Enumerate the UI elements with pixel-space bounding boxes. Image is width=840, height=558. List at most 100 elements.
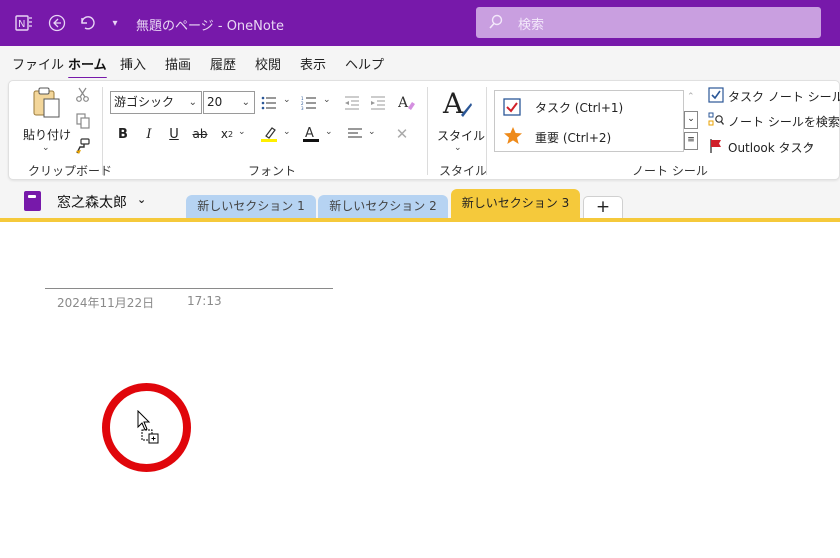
tab-insert[interactable]: 挿入: [120, 54, 146, 73]
section-tab-3[interactable]: 新しいセクション 3: [451, 189, 580, 219]
ribbon-divider: [486, 87, 487, 175]
tab-history[interactable]: 履歴: [210, 54, 236, 73]
format-painter-icon[interactable]: [73, 136, 93, 156]
svg-text:N: N: [18, 19, 25, 30]
page-title-field[interactable]: [45, 288, 333, 289]
numbering-dropdown-icon[interactable]: ⌄: [323, 95, 331, 105]
subscript-dropdown-icon[interactable]: ⌄: [238, 127, 246, 137]
font-name-value: 游ゴシック: [114, 95, 175, 109]
styles-group-label: スタイル: [439, 164, 488, 178]
to-do-tag-button[interactable]: タスク ノート シール: [708, 86, 840, 106]
tag-label: タスク (Ctrl+1): [535, 101, 624, 115]
copy-icon[interactable]: [73, 111, 93, 131]
decrease-indent-icon[interactable]: [342, 93, 362, 113]
italic-icon[interactable]: I: [139, 124, 159, 144]
outlook-tasks-label: Outlook タスク: [728, 141, 815, 155]
outlook-tasks-button[interactable]: Outlook タスク ⌄: [708, 137, 838, 157]
styles-label: スタイル: [437, 129, 486, 143]
section-tab-2[interactable]: 新しいセクション 2: [318, 195, 448, 219]
align-dropdown-icon[interactable]: ⌄: [368, 127, 376, 137]
add-section-button[interactable]: +: [583, 196, 623, 218]
paste-label: 貼り付け: [23, 128, 72, 142]
onenote-logo-icon: N: [14, 13, 34, 33]
subscript-icon[interactable]: x2: [217, 124, 237, 144]
chevron-down-icon: ⌄: [188, 97, 197, 108]
font-color-dropdown-icon[interactable]: ⌄: [325, 127, 333, 137]
font-name-select[interactable]: 游ゴシック ⌄: [110, 91, 202, 114]
window-title: 無題のページ - OneNote: [136, 19, 284, 34]
numbering-icon[interactable]: 123: [299, 93, 319, 113]
highlight-dropdown-icon[interactable]: ⌄: [283, 127, 291, 137]
tags-group-label: ノート シール: [632, 164, 708, 178]
tag-item-task[interactable]: タスク (Ctrl+1): [501, 95, 681, 119]
svg-text:A: A: [442, 87, 464, 119]
undo-icon[interactable]: [77, 13, 97, 33]
expand-gallery-icon[interactable]: ≡: [684, 132, 698, 150]
notebook-name: 窓之森太郎: [57, 195, 127, 211]
paste-dropdown-icon: ⌄: [42, 143, 50, 153]
underline-icon[interactable]: U: [164, 124, 184, 144]
clipboard-group-label: クリップボード: [28, 164, 113, 178]
svg-text:3: 3: [301, 106, 304, 110]
ribbon-divider: [102, 87, 103, 175]
bullets-dropdown-icon[interactable]: ⌄: [283, 95, 291, 105]
find-tags-button[interactable]: ノート シールを検索: [708, 111, 840, 131]
chevron-down-icon: ⌄: [241, 97, 250, 108]
ribbon-divider: [427, 87, 428, 175]
quick-access-dropdown-icon[interactable]: ▾: [105, 13, 125, 33]
cut-icon[interactable]: [73, 85, 93, 105]
styles-icon: A: [441, 87, 473, 122]
ribbon-tabs: ファイル ホーム 挿入 描画 履歴 校閲 表示 ヘルプ: [0, 46, 840, 80]
tab-home[interactable]: ホーム: [68, 54, 107, 80]
section-tab-1[interactable]: 新しいセクション 1: [186, 195, 316, 219]
star-icon: [503, 126, 523, 149]
svg-text:A: A: [398, 95, 409, 110]
tag-item-important[interactable]: 重要 (Ctrl+2): [501, 125, 681, 149]
bullets-icon[interactable]: [259, 93, 279, 113]
tags-gallery: タスク (Ctrl+1) 重要 (Ctrl+2): [494, 90, 698, 152]
styles-button[interactable]: A スタイル ⌄: [435, 87, 485, 157]
bold-icon[interactable]: B: [113, 124, 133, 144]
task-tag-icon: [708, 87, 724, 106]
search-input[interactable]: 検索: [476, 7, 821, 38]
clear-formatting-icon[interactable]: A: [397, 92, 417, 112]
font-color-icon[interactable]: A: [301, 124, 321, 144]
tab-draw[interactable]: 描画: [165, 54, 191, 73]
styles-dropdown-icon: ⌄: [454, 143, 462, 153]
page-date: 2024年11月22日: [57, 296, 155, 310]
tags-gallery-scroller[interactable]: ⌃ ⌄ ≡: [683, 90, 698, 152]
tag-label: 重要 (Ctrl+2): [535, 131, 612, 145]
search-icon: [488, 14, 504, 33]
page-time: 17:13: [187, 294, 222, 308]
search-placeholder: 検索: [518, 18, 545, 33]
font-size-select[interactable]: 20 ⌄: [203, 91, 255, 114]
delete-icon[interactable]: ✕: [392, 124, 412, 144]
chevron-down-icon[interactable]: ⌄: [684, 111, 698, 129]
tab-review[interactable]: 校閲: [255, 54, 281, 73]
checkbox-icon: [503, 98, 521, 119]
find-tags-label: ノート シールを検索: [728, 115, 840, 129]
outlook-tasks-dropdown-icon: ⌄: [806, 140, 814, 150]
highlight-icon[interactable]: [259, 124, 279, 144]
align-icon[interactable]: [345, 124, 365, 144]
back-icon[interactable]: [47, 13, 67, 33]
increase-indent-icon[interactable]: [368, 93, 388, 113]
paste-icon: [31, 87, 61, 122]
notebook-icon: [24, 191, 41, 211]
tab-file[interactable]: ファイル: [12, 54, 64, 73]
font-group-label: フォント: [248, 164, 297, 178]
drag-copy-cursor-icon: [136, 409, 162, 447]
chevron-up-icon[interactable]: ⌃: [687, 92, 695, 102]
to-do-tag-label: タスク ノート シール: [728, 90, 840, 104]
find-tags-icon: [708, 112, 725, 131]
tab-view[interactable]: 表示: [300, 54, 326, 73]
font-size-value: 20: [207, 95, 223, 109]
paste-button[interactable]: 貼り付け ⌄: [23, 87, 71, 157]
notebook-picker[interactable]: 窓之森太郎 ⌄: [54, 188, 154, 214]
svg-text:A: A: [305, 126, 314, 141]
strikethrough-icon[interactable]: ab: [190, 124, 210, 144]
flag-icon: [708, 138, 724, 157]
tab-help[interactable]: ヘルプ: [345, 54, 384, 73]
title-bar: N ▾ 無題のページ - OneNote 検索: [0, 0, 840, 46]
chevron-down-icon: ⌄: [137, 193, 147, 206]
